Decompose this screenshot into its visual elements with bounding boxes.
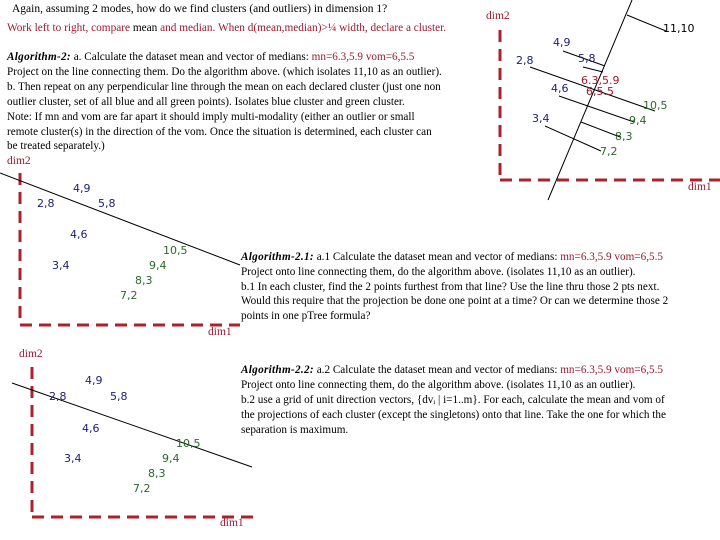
point-label-blue: 4,6 [551, 82, 569, 95]
point-label-green: 9,4 [149, 259, 167, 272]
vom-label: 6,5.5 [586, 85, 614, 98]
separator-line [0, 172, 241, 266]
x-axis-label: dim1 [220, 517, 244, 529]
projection-line [547, 0, 633, 201]
point-label-green: 7,2 [120, 289, 138, 302]
point-label-outlier: 11,10 [663, 22, 695, 35]
y-axis-label: dim2 [486, 10, 510, 22]
x-axis-label: dim1 [688, 181, 712, 193]
point-label-green: 9,4 [629, 114, 647, 127]
point-label-green: 9,4 [162, 452, 180, 465]
point-label-blue: 5,8 [578, 52, 596, 65]
point-label-blue: 3,4 [532, 112, 550, 125]
point-label-green: 10,5 [176, 437, 201, 450]
point-label-blue: 5,8 [98, 197, 116, 210]
point-label-blue: 5,8 [110, 390, 128, 403]
point-label-green: 8,3 [135, 274, 153, 287]
perp-line-5-8 [582, 66, 604, 73]
point-label-green: 7,2 [600, 145, 618, 158]
point-label-blue: 4,6 [70, 228, 88, 241]
point-label-blue: 4,6 [82, 422, 100, 435]
point-label-green: 10,5 [163, 244, 188, 257]
perp-line-11-10 [626, 14, 667, 32]
point-label-green: 10,5 [643, 99, 668, 112]
point-label-blue: 2,8 [516, 54, 534, 67]
perp-line-3-4 [544, 125, 602, 152]
point-label-blue: 2,8 [49, 390, 67, 403]
point-label-green: 8,3 [615, 130, 633, 143]
x-axis-label: dim1 [208, 326, 232, 338]
point-label-green: 7,2 [133, 482, 151, 495]
point-label-blue: 3,4 [64, 452, 82, 465]
point-label-green: 8,3 [148, 467, 166, 480]
point-label-blue: 4,9 [85, 374, 103, 387]
point-label-blue: 3,4 [52, 259, 70, 272]
y-axis-label: dim2 [19, 348, 43, 360]
point-label-blue: 4,9 [553, 36, 571, 49]
point-label-blue: 2,8 [37, 197, 55, 210]
y-axis-label: dim2 [7, 155, 31, 167]
separator-line [11, 382, 253, 468]
diagram-mid-left [0, 172, 241, 327]
point-label-blue: 4,9 [73, 182, 91, 195]
